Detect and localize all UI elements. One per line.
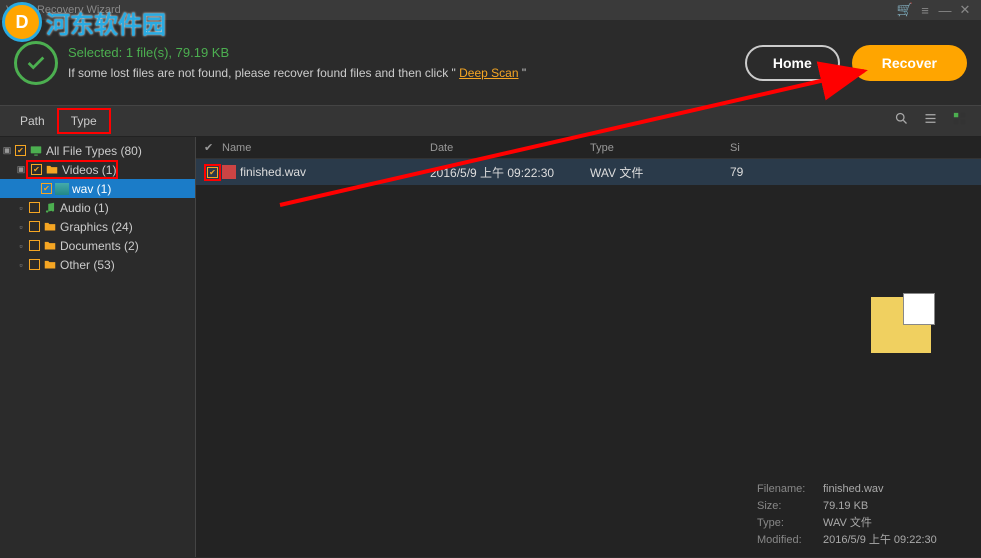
tree-label: Documents (2) bbox=[60, 239, 139, 253]
folder-icon bbox=[45, 163, 59, 177]
file-size: 79 bbox=[730, 165, 790, 179]
tab-path[interactable]: Path bbox=[8, 110, 57, 132]
folder-icon bbox=[43, 239, 57, 253]
checkbox[interactable]: ✔ bbox=[15, 145, 26, 156]
info-modified-label: Modified: bbox=[757, 532, 823, 549]
info-size-label: Size: bbox=[757, 498, 823, 515]
checkbox[interactable] bbox=[29, 240, 40, 251]
close-icon[interactable]: ✕ bbox=[955, 2, 975, 18]
info-type-value: WAV 文件 bbox=[823, 517, 872, 529]
home-button[interactable]: Home bbox=[745, 45, 840, 81]
checkbox[interactable] bbox=[29, 221, 40, 232]
info-size-value: 79.19 KB bbox=[823, 500, 868, 512]
checkbox[interactable]: ✔ bbox=[41, 183, 52, 194]
checkbox[interactable] bbox=[29, 202, 40, 213]
menu-icon[interactable]: ≡ bbox=[915, 3, 935, 18]
view-toolbar: Path Type bbox=[0, 105, 981, 137]
monitor-icon bbox=[29, 144, 43, 158]
tree-label: Videos (1) bbox=[62, 163, 116, 177]
checkbox[interactable] bbox=[29, 259, 40, 270]
tree-wav[interactable]: ✔ wav (1) bbox=[0, 179, 195, 198]
recover-button[interactable]: Recover bbox=[852, 45, 967, 81]
main-area: ▣ ✔ All File Types (80) ▣ ✔ Videos (1) ✔… bbox=[0, 137, 981, 557]
list-view-icon[interactable] bbox=[923, 111, 938, 131]
file-checkbox[interactable]: ✔ bbox=[207, 167, 218, 178]
file-date: 2016/5/9 上午 09:22:30 bbox=[430, 164, 590, 181]
tree-videos[interactable]: ▣ ✔ Videos (1) bbox=[0, 160, 195, 179]
preview-thumbnail bbox=[841, 297, 961, 417]
watermark-text: 河东软件园 bbox=[46, 5, 166, 40]
col-date[interactable]: Date bbox=[430, 142, 590, 154]
info-filename-label: Filename: bbox=[757, 481, 823, 498]
tree-all-types[interactable]: ▣ ✔ All File Types (80) bbox=[0, 141, 195, 160]
tree-other[interactable]: ▫ Other (53) bbox=[0, 255, 195, 274]
wav-icon bbox=[55, 183, 69, 195]
tree-label: Audio (1) bbox=[60, 201, 109, 215]
col-name[interactable]: Name bbox=[222, 142, 430, 154]
checkbox[interactable]: ✔ bbox=[31, 164, 42, 175]
thumbnail-icon bbox=[871, 297, 931, 353]
file-type: WAV 文件 bbox=[590, 164, 730, 181]
expand-icon[interactable]: ▫ bbox=[16, 222, 26, 232]
tab-type[interactable]: Type bbox=[57, 108, 111, 134]
col-size[interactable]: Si bbox=[730, 142, 790, 154]
thumb-view-icon[interactable] bbox=[952, 111, 967, 131]
collapse-icon[interactable]: ▣ bbox=[2, 145, 12, 156]
tree-label: Graphics (24) bbox=[60, 220, 133, 234]
tree-label: All File Types (80) bbox=[46, 144, 142, 158]
tree-label: wav (1) bbox=[72, 182, 111, 196]
info-modified-value: 2016/5/9 上午 09:22:30 bbox=[823, 534, 937, 546]
file-info-panel: Filename:finished.wav Size:79.19 KB Type… bbox=[751, 475, 981, 557]
watermark-overlay: D 河东软件园 bbox=[2, 2, 166, 42]
folder-icon bbox=[43, 220, 57, 234]
status-check-icon bbox=[14, 41, 58, 85]
hint-after: " bbox=[519, 66, 527, 80]
expand-icon[interactable]: ▫ bbox=[16, 241, 26, 251]
file-list: ✔ Name Date Type Si ✔ finished.wav 2016/… bbox=[196, 137, 981, 557]
tree-audio[interactable]: ▫ Audio (1) bbox=[0, 198, 195, 217]
tree-label: Other (53) bbox=[60, 258, 115, 272]
info-filename-value: finished.wav bbox=[823, 483, 884, 495]
info-type-label: Type: bbox=[757, 515, 823, 532]
hint-before: If some lost files are not found, please… bbox=[68, 66, 459, 80]
deep-scan-link[interactable]: Deep Scan bbox=[459, 66, 518, 80]
file-row[interactable]: ✔ finished.wav 2016/5/9 上午 09:22:30 WAV … bbox=[196, 159, 981, 185]
tree-graphics[interactable]: ▫ Graphics (24) bbox=[0, 217, 195, 236]
cart-icon[interactable]: 🛒 bbox=[895, 2, 915, 18]
folder-icon bbox=[43, 258, 57, 272]
col-type[interactable]: Type bbox=[590, 142, 730, 154]
file-list-header: ✔ Name Date Type Si bbox=[196, 137, 981, 159]
file-name: finished.wav bbox=[240, 165, 306, 179]
minimize-icon[interactable]: — bbox=[935, 3, 955, 18]
music-icon bbox=[43, 201, 57, 215]
expand-icon[interactable]: ▫ bbox=[16, 203, 26, 213]
tree-documents[interactable]: ▫ Documents (2) bbox=[0, 236, 195, 255]
search-icon[interactable] bbox=[894, 111, 909, 131]
watermark-logo-icon: D bbox=[2, 2, 42, 42]
select-all-checkbox[interactable]: ✔ bbox=[204, 142, 213, 154]
collapse-icon[interactable]: ▣ bbox=[16, 164, 26, 175]
expand-icon[interactable]: ▫ bbox=[16, 260, 26, 270]
hint-text: If some lost files are not found, please… bbox=[68, 66, 745, 80]
file-type-icon bbox=[222, 165, 236, 179]
selected-summary: Selected: 1 file(s), 79.19 KB bbox=[68, 45, 745, 60]
category-tree: ▣ ✔ All File Types (80) ▣ ✔ Videos (1) ✔… bbox=[0, 137, 196, 557]
